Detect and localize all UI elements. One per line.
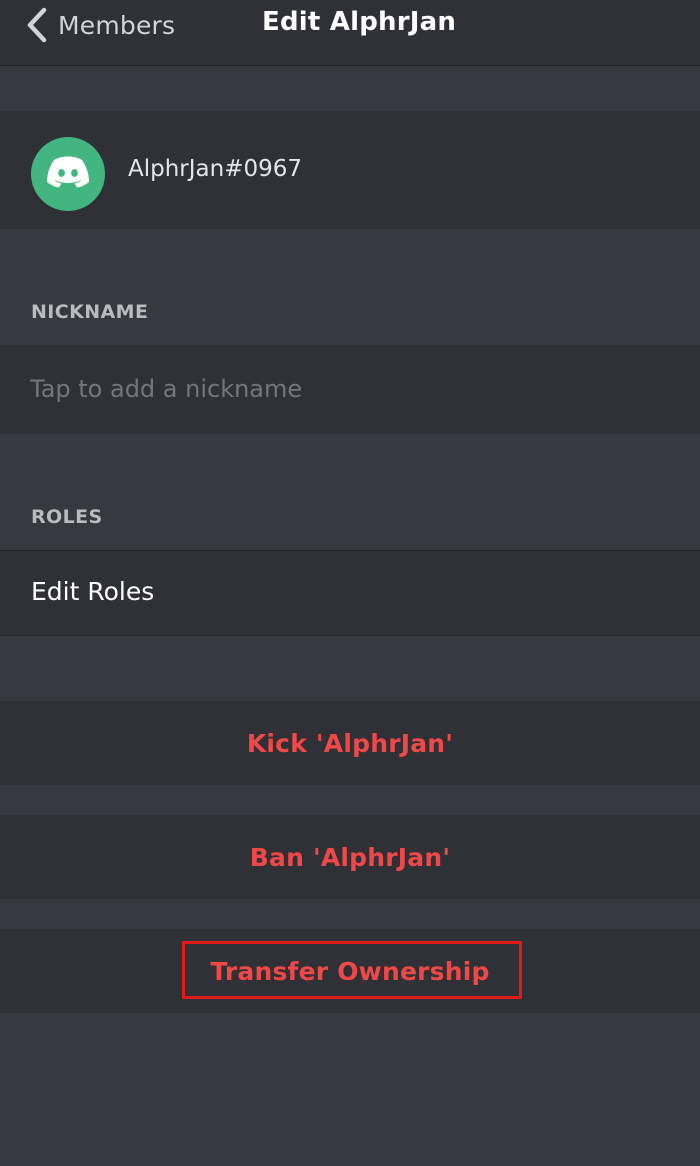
discord-logo-icon — [45, 155, 91, 193]
ban-member-label: Ban 'AlphrJan' — [249, 842, 451, 872]
kick-member-button[interactable]: Kick 'AlphrJan' — [0, 701, 700, 785]
top-navigation-bar: Members Edit AlphrJan — [0, 0, 700, 66]
edit-member-screen: Members Edit AlphrJan AlphrJan#0967 NICK… — [0, 0, 700, 1166]
back-label: Members — [58, 10, 176, 40]
kick-member-label: Kick 'AlphrJan' — [246, 728, 454, 758]
user-tag: AlphrJan#0967 — [128, 156, 303, 182]
edit-roles-button[interactable]: Edit Roles — [0, 550, 700, 636]
transfer-ownership-button[interactable]: Transfer Ownership — [0, 929, 700, 1013]
transfer-ownership-label: Transfer Ownership — [210, 956, 490, 986]
user-info-row: AlphrJan#0967 — [0, 111, 700, 229]
edit-roles-label: Edit Roles — [31, 577, 155, 606]
chevron-left-icon — [26, 7, 48, 43]
screen-title: Edit AlphrJan — [262, 7, 457, 37]
ban-member-button[interactable]: Ban 'AlphrJan' — [0, 815, 700, 899]
nickname-input[interactable] — [30, 367, 670, 411]
nickname-row — [0, 345, 700, 434]
avatar — [31, 137, 105, 211]
nickname-section-header: NICKNAME — [31, 301, 149, 323]
roles-section-header: ROLES — [31, 506, 103, 528]
back-to-members-button[interactable]: Members — [26, 0, 175, 50]
